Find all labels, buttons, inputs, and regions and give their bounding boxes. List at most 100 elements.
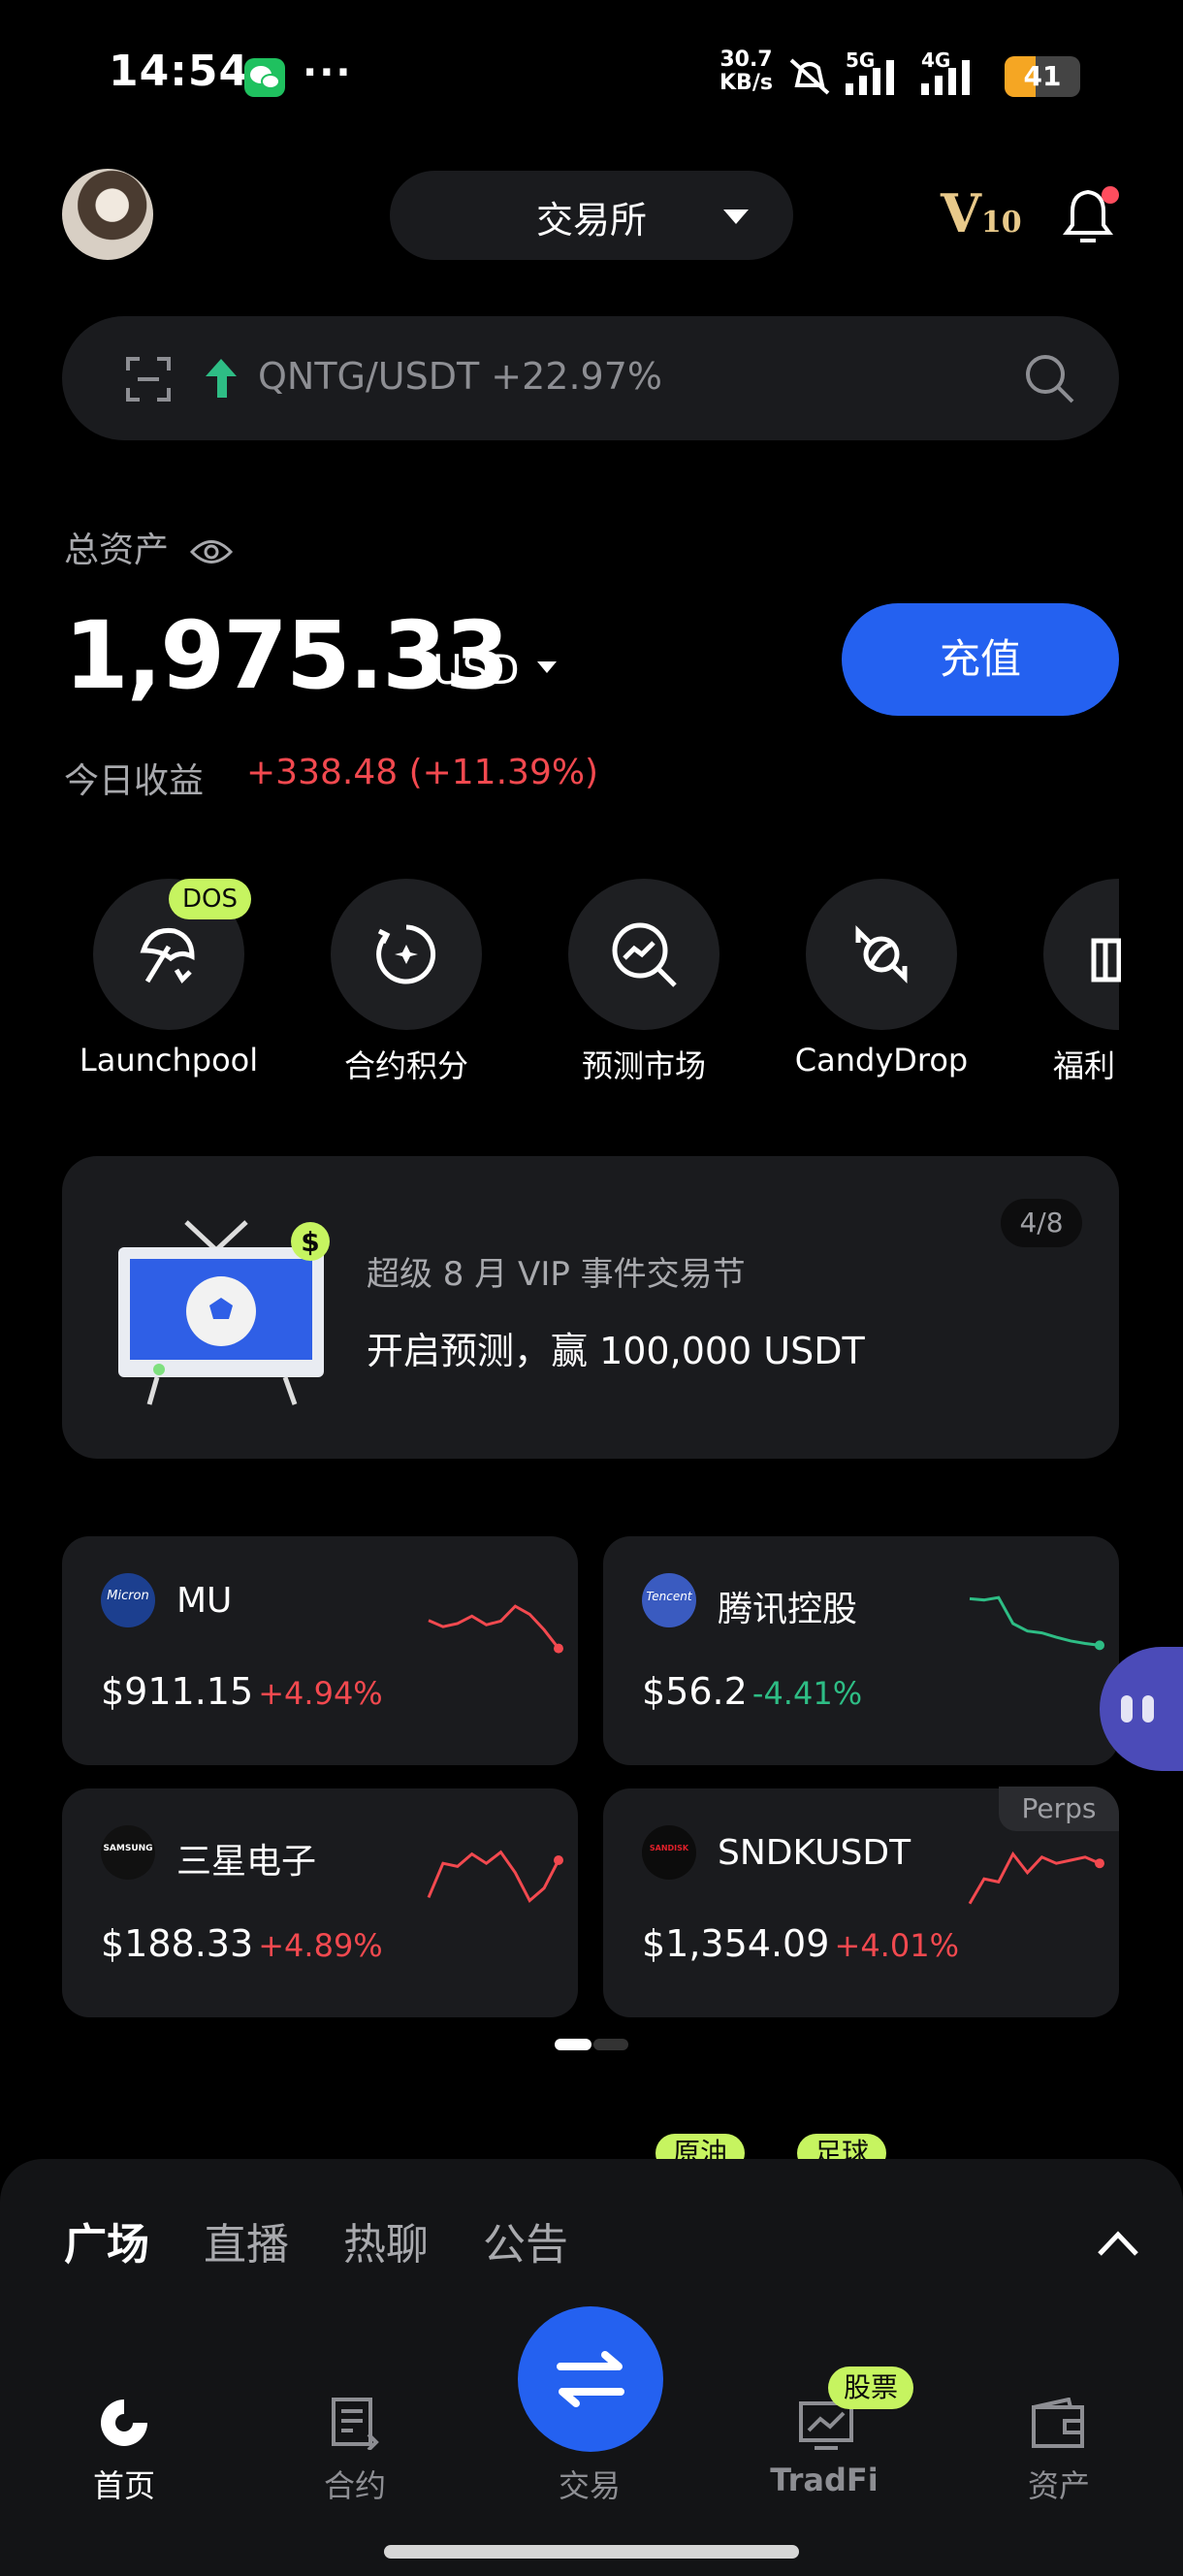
signal-4g-icon: 4G — [919, 48, 987, 101]
prediction-market-button[interactable] — [568, 879, 719, 1030]
tab-announcements[interactable]: 公告 — [483, 2209, 568, 2271]
ticker-price-row: $911.15 +4.94% — [101, 1670, 383, 1713]
sparkline-line — [969, 1595, 1101, 1647]
ticker-name: MU — [176, 1581, 233, 1621]
sparkline-endpoint — [554, 1855, 563, 1865]
carousel-dot-active — [555, 2039, 592, 2050]
gift-icon — [1091, 938, 1121, 982]
sparkline-endpoint — [1095, 1858, 1104, 1869]
currency-selector[interactable]: USD — [432, 646, 520, 693]
ticker-change: +4.89% — [258, 1927, 383, 1964]
tab-square[interactable]: 广场 — [64, 2209, 149, 2271]
swap-icon — [557, 2351, 624, 2407]
today-pnl-label: 今日收益 — [64, 761, 205, 801]
micron-logo: Micron — [101, 1573, 155, 1627]
search-icon[interactable] — [1022, 351, 1076, 409]
trending-up-icon — [202, 355, 240, 405]
nav-trade[interactable]: 交易 — [493, 2462, 687, 2506]
sparkline — [962, 1837, 1107, 1918]
scan-icon[interactable] — [124, 355, 173, 407]
futures-icon[interactable] — [330, 2396, 384, 2454]
floating-assistant-button[interactable] — [1100, 1647, 1183, 1771]
sparkline-endpoint — [554, 1643, 563, 1654]
tv-football-icon: $ — [114, 1220, 336, 1412]
sparkline-line — [428, 1604, 560, 1650]
caret-down-icon[interactable] — [537, 661, 557, 673]
refresh-star-icon — [376, 924, 436, 984]
svg-text:$: $ — [301, 1226, 319, 1258]
carousel-dot — [593, 2039, 628, 2050]
exchange-switcher[interactable]: 交易所 — [390, 171, 793, 260]
quick-menu-label: 合约积分 — [343, 1047, 468, 1084]
tencent-logo: Tencent — [642, 1573, 696, 1627]
search-trending-text: QNTG/USDT +22.97% — [258, 355, 663, 398]
ticker-card[interactable]: Tencent 腾讯控股 $56.2 -4.41% — [603, 1536, 1119, 1765]
nav-futures[interactable]: 合约 — [258, 2462, 452, 2506]
stocks-badge: 股票 — [828, 2367, 914, 2409]
candy-icon — [855, 924, 908, 984]
sparkline — [421, 1585, 566, 1666]
chart-search-icon — [612, 922, 677, 987]
promo-subtitle: 超级 8 月 VIP 事件交易节 — [367, 1255, 746, 1294]
quick-menu-label: Launchpool — [79, 1042, 259, 1079]
battery-indicator: 41 — [1005, 56, 1080, 97]
ticker-name: 三星电子 — [176, 1842, 317, 1882]
samsung-logo: SAMSUNG — [101, 1825, 155, 1880]
wechat-icon — [244, 58, 285, 97]
trade-button[interactable] — [518, 2306, 663, 2452]
dos-badge: DOS — [169, 879, 251, 919]
more-notifications-icon: ··· — [303, 50, 353, 95]
sparkline-line — [427, 1850, 560, 1903]
quick-menu-label: CandyDrop — [794, 1042, 969, 1079]
ticker-card[interactable]: Micron MU $911.15 +4.94% — [62, 1536, 578, 1765]
total-assets-label: 总资产 — [64, 522, 234, 572]
tab-live[interactable]: 直播 — [204, 2209, 289, 2271]
ticker-card[interactable]: SAMSUNG 三星电子 $188.33 +4.89% — [62, 1788, 578, 2017]
ticker-name: SNDKUSDT — [718, 1833, 911, 1873]
rewards-button[interactable] — [1043, 879, 1121, 1030]
deposit-button[interactable]: 充值 — [842, 603, 1119, 716]
home-icon[interactable] — [95, 2396, 153, 2454]
sparkline — [962, 1585, 1107, 1666]
promo-title: 开启预测，赢 100,000 USDT — [367, 1330, 865, 1372]
banner-page-indicator: 4/8 — [1001, 1199, 1082, 1247]
ticker-price: $188.33 — [101, 1922, 254, 1965]
umbrella-icon — [140, 927, 195, 984]
ticker-price-row: $1,354.09 +4.01% — [642, 1922, 959, 1965]
status-time: 14:54 — [109, 47, 250, 96]
home-indicator — [384, 2545, 799, 2559]
ticker-price: $56.2 — [642, 1670, 748, 1713]
search-bar[interactable]: QNTG/USDT +22.97% — [62, 316, 1119, 440]
sparkline — [421, 1837, 566, 1918]
candydrop-button[interactable] — [806, 879, 957, 1030]
ticker-price-row: $188.33 +4.89% — [101, 1922, 383, 1965]
quick-menu-label: 预测市场 — [581, 1047, 706, 1084]
mute-icon — [787, 54, 832, 101]
quick-menu-label: 福利 — [1053, 1047, 1116, 1084]
ticker-price-row: $56.2 -4.41% — [642, 1670, 862, 1713]
nav-assets[interactable]: 资产 — [962, 2462, 1156, 2506]
nav-tradfi[interactable]: TradFi — [727, 2462, 921, 2498]
network-speed: 30.7 KB/s — [719, 48, 773, 95]
signal-5g-icon: 5G — [844, 48, 911, 101]
avatar[interactable] — [62, 169, 153, 260]
vip-level-badge[interactable]: V10 — [941, 182, 1022, 244]
ticker-price: $1,354.09 — [642, 1922, 830, 1965]
nav-home[interactable]: 首页 — [27, 2462, 221, 2506]
sandisk-logo: SANDISK — [642, 1825, 696, 1880]
tab-hot-chat[interactable]: 热聊 — [343, 2209, 429, 2271]
ticker-change: -4.41% — [751, 1675, 863, 1712]
perps-badge: Perps — [999, 1787, 1119, 1831]
wallet-icon[interactable] — [1030, 2397, 1086, 2454]
caret-down-icon — [723, 209, 749, 224]
ticker-name: 腾讯控股 — [718, 1590, 858, 1629]
today-pnl-value: +338.48 (+11.39%) — [246, 753, 599, 792]
eye-icon[interactable] — [189, 537, 234, 566]
ticker-price: $911.15 — [101, 1670, 254, 1713]
ticker-change: +4.01% — [834, 1927, 959, 1964]
chevron-up-icon[interactable] — [1096, 2229, 1140, 2262]
futures-points-button[interactable] — [331, 879, 482, 1030]
sparkline-line — [968, 1851, 1101, 1905]
notification-dot — [1102, 186, 1119, 204]
ticker-change: +4.94% — [258, 1675, 383, 1712]
